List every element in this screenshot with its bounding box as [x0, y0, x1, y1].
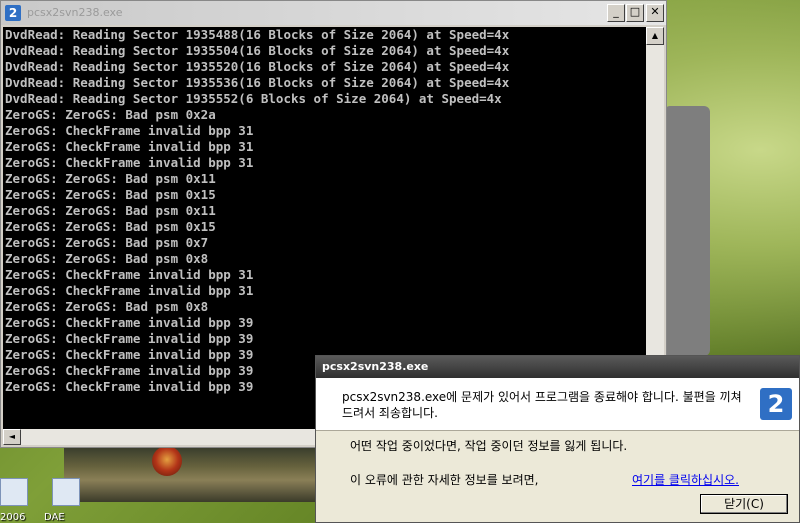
console-line: ZeroGS: ZeroGS: Bad psm 0x15: [5, 219, 216, 234]
desktop-shortcut-label: 2006: [0, 512, 26, 523]
dialog-titlebar[interactable]: pcsx2svn238.exe: [316, 356, 799, 378]
console-line: ZeroGS: CheckFrame invalid bpp 31: [5, 267, 254, 282]
console-line: DvdRead: Reading Sector 1935504(16 Block…: [5, 43, 510, 58]
console-line: ZeroGS: CheckFrame invalid bpp 39: [5, 315, 254, 330]
app-icon: 2: [5, 5, 21, 21]
console-line: ZeroGS: CheckFrame invalid bpp 31: [5, 155, 254, 170]
console-title: pcsx2svn238.exe: [27, 6, 123, 19]
console-line: ZeroGS: CheckFrame invalid bpp 31: [5, 123, 254, 138]
error-dialog: pcsx2svn238.exe pcsx2svn238.exe에 문제가 있어서…: [315, 355, 800, 523]
desktop-shortcut-label: DAE: [44, 512, 65, 523]
console-line: ZeroGS: ZeroGS: Bad psm 0x7: [5, 235, 209, 250]
console-titlebar[interactable]: 2 pcsx2svn238.exe _ □ ✕: [1, 1, 666, 25]
dialog-header-panel: pcsx2svn238.exe에 문제가 있어서 프로그램을 종료해야 합니다.…: [316, 378, 799, 431]
console-line: ZeroGS: ZeroGS: Bad psm 0x11: [5, 203, 216, 218]
console-line: ZeroGS: CheckFrame invalid bpp 31: [5, 139, 254, 154]
dialog-title: pcsx2svn238.exe: [322, 360, 429, 373]
minimize-button[interactable]: _: [607, 4, 625, 22]
maximize-button[interactable]: □: [626, 4, 644, 22]
game-character: [152, 446, 182, 476]
console-line: ZeroGS: ZeroGS: Bad psm 0x2a: [5, 107, 216, 122]
console-line: ZeroGS: CheckFrame invalid bpp 31: [5, 283, 254, 298]
app-icon: 2: [760, 388, 792, 420]
console-line: ZeroGS: ZeroGS: Bad psm 0x8: [5, 251, 209, 266]
console-line: DvdRead: Reading Sector 1935536(16 Block…: [5, 75, 510, 90]
desktop-shortcut-icon[interactable]: [52, 478, 80, 506]
console-line: DvdRead: Reading Sector 1935520(16 Block…: [5, 59, 510, 74]
console-line: ZeroGS: ZeroGS: Bad psm 0x8: [5, 299, 209, 314]
data-loss-warning: 어떤 작업 중이었다면, 작업 중이던 정보를 잃게 됩니다.: [350, 439, 628, 453]
close-button[interactable]: ✕: [646, 4, 664, 22]
scroll-left-button[interactable]: ◄: [3, 429, 21, 445]
error-message: pcsx2svn238.exe에 문제가 있어서 프로그램을 종료해야 합니다.…: [342, 390, 742, 420]
details-prompt: 이 오류에 관한 자세한 정보를 보려면,: [350, 473, 539, 487]
details-link[interactable]: 여기를 클릭하십시오.: [632, 471, 739, 488]
desktop-shortcut-icon[interactable]: [0, 478, 28, 506]
console-line: DvdRead: Reading Sector 1935552(6 Blocks…: [5, 91, 502, 106]
game-screen-strip: [64, 447, 320, 502]
scroll-up-button[interactable]: ▲: [646, 27, 664, 45]
console-line: ZeroGS: ZeroGS: Bad psm 0x15: [5, 187, 216, 202]
close-button[interactable]: 닫기(C): [700, 494, 788, 514]
background-window-edge: [664, 106, 710, 356]
console-line: DvdRead: Reading Sector 1935488(16 Block…: [5, 27, 510, 42]
console-line: ZeroGS: CheckFrame invalid bpp 39: [5, 331, 254, 346]
console-line: ZeroGS: ZeroGS: Bad psm 0x11: [5, 171, 216, 186]
